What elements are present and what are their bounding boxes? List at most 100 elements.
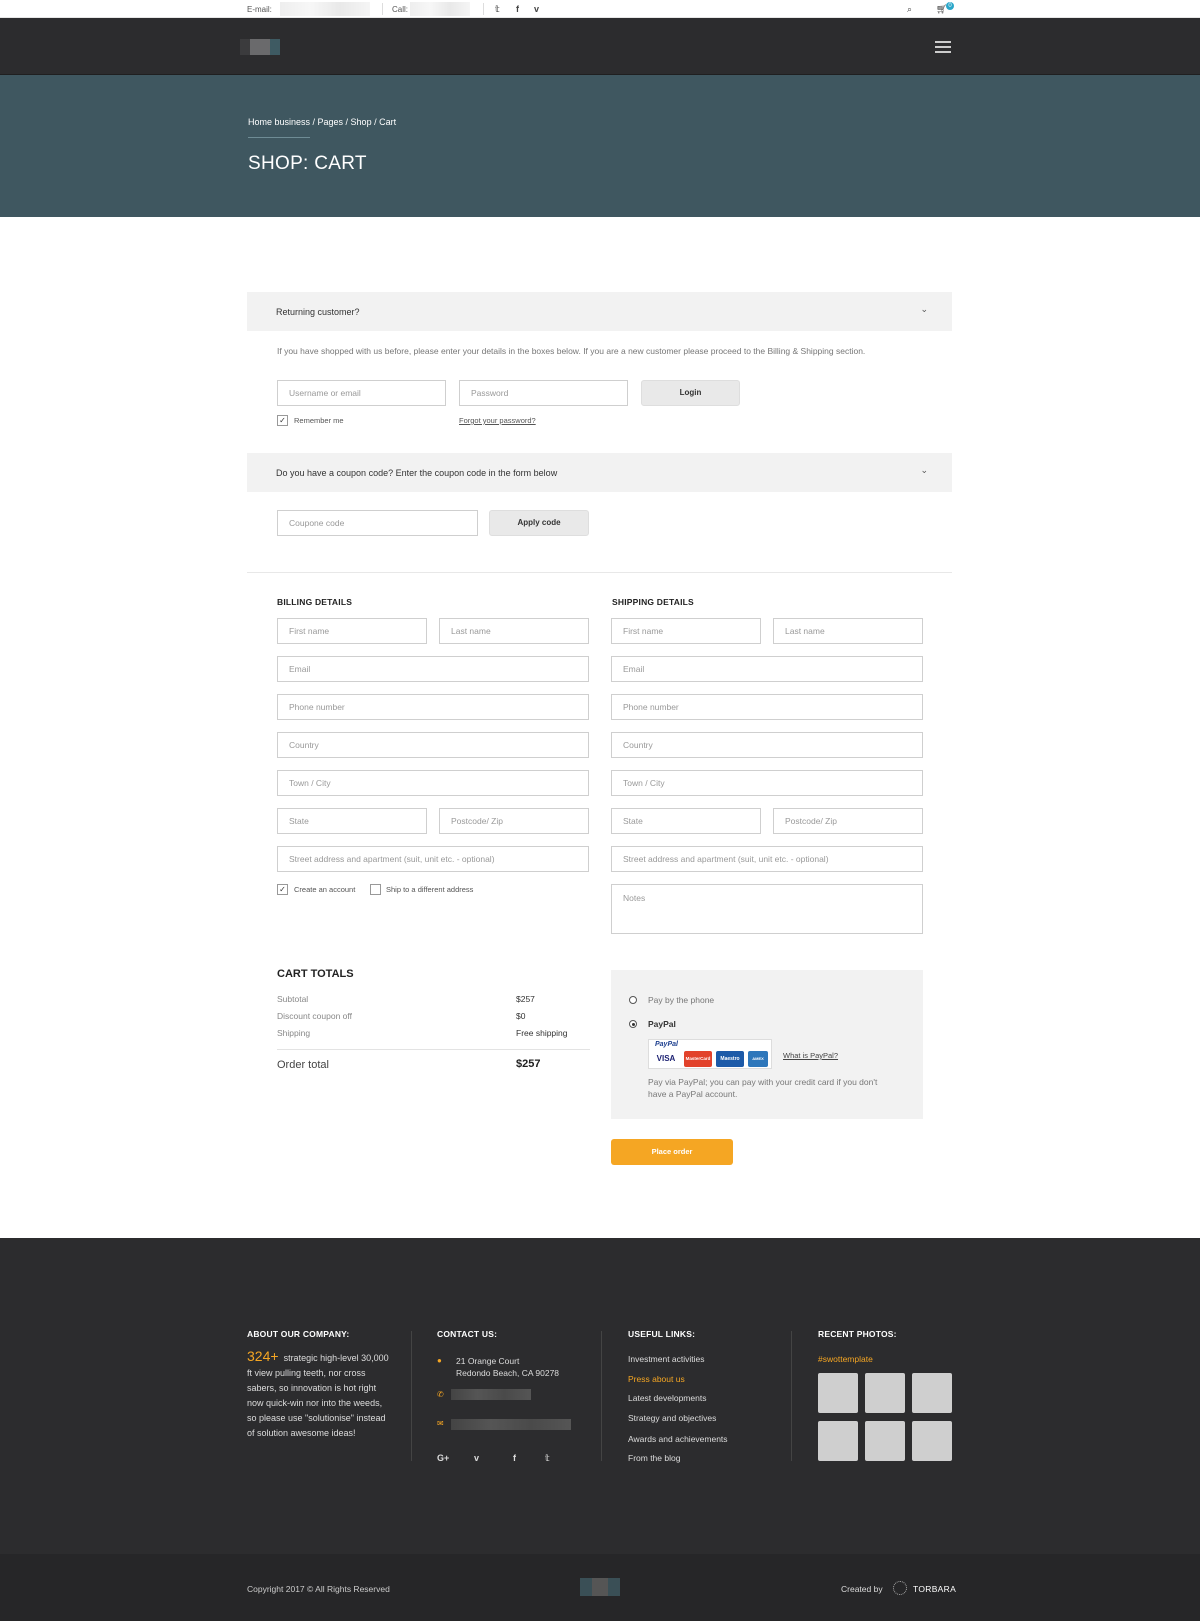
billing-street-input[interactable] — [277, 846, 589, 872]
footer-link[interactable]: Press about us — [628, 1374, 685, 1384]
vimeo-icon[interactable]: v — [474, 1453, 479, 1463]
photo-thumb[interactable] — [865, 1373, 905, 1413]
username-input[interactable] — [277, 380, 446, 406]
phone-icon: ✆ — [437, 1390, 444, 1399]
coupon-bar[interactable]: Do you have a coupon code? Enter the cou… — [247, 453, 952, 492]
page-title: SHOP: CART — [248, 153, 367, 174]
shipping-town-input[interactable] — [611, 770, 923, 796]
about-title: ABOUT OUR COMPANY: — [247, 1329, 350, 1339]
page-header: Home business / Pages / Shop / Cart SHOP… — [0, 75, 1200, 217]
ship-different-label: Ship to a different address — [386, 885, 474, 894]
remember-checkbox[interactable]: ✓ — [277, 415, 288, 426]
chevron-down-icon[interactable]: ⌄ — [920, 465, 928, 476]
discount-value: $0 — [516, 1011, 526, 1021]
footer-logo[interactable] — [580, 1578, 620, 1596]
billing-country-input[interactable] — [277, 732, 589, 758]
address-line2: Redondo Beach, CA 90278 — [456, 1368, 560, 1378]
forgot-password-link[interactable]: Forgot your password? — [459, 416, 536, 425]
cart-count-badge: 0 — [946, 2, 954, 10]
logo[interactable] — [240, 39, 290, 55]
menu-icon[interactable] — [935, 41, 951, 56]
billing-first-name-input[interactable] — [277, 618, 427, 644]
twitter-icon[interactable]: 𝕥 — [495, 4, 500, 15]
photos-title: RECENT PHOTOS: — [818, 1329, 897, 1339]
billing-town-input[interactable] — [277, 770, 589, 796]
returning-customer-bar[interactable]: Returning customer? ⌄ — [247, 292, 952, 331]
shipping-value: Free shipping — [516, 1028, 568, 1038]
shipping-phone-input[interactable] — [611, 694, 923, 720]
visa-card-icon: VISA — [652, 1051, 680, 1067]
ship-different-checkbox[interactable] — [370, 884, 381, 895]
search-icon[interactable]: ⌕ — [907, 4, 912, 15]
footer-link[interactable]: Strategy and objectives — [628, 1413, 716, 1423]
payment-panel: Pay by the phone PayPal PayPal VISA Mast… — [611, 970, 923, 1119]
breadcrumb[interactable]: Home business / Pages / Shop / Cart — [248, 117, 396, 127]
place-order-button[interactable]: Place order — [611, 1139, 733, 1165]
photo-thumb[interactable] — [912, 1421, 952, 1461]
facebook-icon[interactable]: f — [516, 4, 519, 14]
maestro-card-icon: Maestro — [716, 1051, 744, 1067]
divider — [601, 1331, 602, 1461]
email-label: E-mail: — [247, 5, 272, 14]
shipping-postcode-input[interactable] — [773, 808, 923, 834]
vimeo-icon[interactable]: v — [534, 4, 539, 14]
footer-bottom: Copyright 2017 © All Rights Reserved Cre… — [0, 1554, 1200, 1621]
divider — [483, 3, 484, 15]
create-account-checkbox[interactable]: ✓ — [277, 884, 288, 895]
notes-textarea[interactable] — [611, 884, 923, 934]
paypal-note: Pay via PayPal; you can pay with your cr… — [648, 1077, 878, 1099]
apply-code-button[interactable]: Apply code — [489, 510, 589, 536]
facebook-icon[interactable]: f — [513, 1453, 516, 1463]
returning-customer-title: Returning customer? — [276, 307, 360, 317]
cart-totals-title: CART TOTALS — [277, 968, 354, 980]
footer-link[interactable]: Awards and achievements — [628, 1434, 728, 1444]
copyright: Copyright 2017 © All Rights Reserved — [247, 1584, 390, 1594]
shipping-title: SHIPPING DETAILS — [612, 597, 694, 607]
photo-thumb[interactable] — [818, 1373, 858, 1413]
photo-thumb[interactable] — [865, 1421, 905, 1461]
contact-title: CONTACT US: — [437, 1329, 498, 1339]
map-pin-icon: ● — [437, 1356, 442, 1365]
twitter-icon[interactable]: 𝕥 — [545, 1453, 550, 1464]
photo-thumb[interactable] — [818, 1421, 858, 1461]
paypal-logo-box: PayPal VISA MasterCard Maestro AMEX — [648, 1039, 772, 1069]
divider — [277, 1049, 590, 1050]
divider — [382, 3, 383, 15]
paypal-radio[interactable] — [629, 1020, 637, 1028]
billing-last-name-input[interactable] — [439, 618, 589, 644]
coupon-input[interactable] — [277, 510, 478, 536]
remember-label: Remember me — [294, 416, 344, 425]
breadcrumb-underline — [248, 137, 310, 138]
divider — [247, 572, 952, 573]
shipping-first-name-input[interactable] — [611, 618, 761, 644]
photos-tag[interactable]: #swottemplate — [818, 1354, 873, 1364]
shipping-state-input[interactable] — [611, 808, 761, 834]
pay-phone-radio[interactable] — [629, 996, 637, 1004]
shipping-street-input[interactable] — [611, 846, 923, 872]
brand-icon — [893, 1581, 907, 1595]
about-stat: 324+ — [247, 1348, 279, 1364]
billing-email-input[interactable] — [277, 656, 589, 682]
paypal-label: PayPal — [648, 1019, 676, 1029]
google-plus-icon[interactable]: G+ — [437, 1453, 449, 1463]
footer-link[interactable]: Investment activities — [628, 1354, 705, 1364]
login-button[interactable]: Login — [641, 380, 740, 406]
links-title: USEFUL LINKS: — [628, 1329, 696, 1339]
create-account-label: Create an account — [294, 885, 356, 894]
phone-value-blurred — [451, 1389, 531, 1400]
brand-name[interactable]: TORBARA — [913, 1584, 956, 1594]
shipping-last-name-input[interactable] — [773, 618, 923, 644]
footer-link[interactable]: From the blog — [628, 1453, 680, 1463]
footer-link[interactable]: Latest developments — [628, 1393, 706, 1403]
shipping-country-input[interactable] — [611, 732, 923, 758]
billing-postcode-input[interactable] — [439, 808, 589, 834]
photo-thumb[interactable] — [912, 1373, 952, 1413]
billing-phone-input[interactable] — [277, 694, 589, 720]
shipping-email-input[interactable] — [611, 656, 923, 682]
email-value-blurred — [451, 1419, 571, 1430]
billing-state-input[interactable] — [277, 808, 427, 834]
password-input[interactable] — [459, 380, 628, 406]
what-is-paypal-link[interactable]: What is PayPal? — [783, 1051, 838, 1060]
pay-phone-label: Pay by the phone — [648, 995, 715, 1005]
chevron-down-icon[interactable]: ⌄ — [920, 304, 928, 315]
